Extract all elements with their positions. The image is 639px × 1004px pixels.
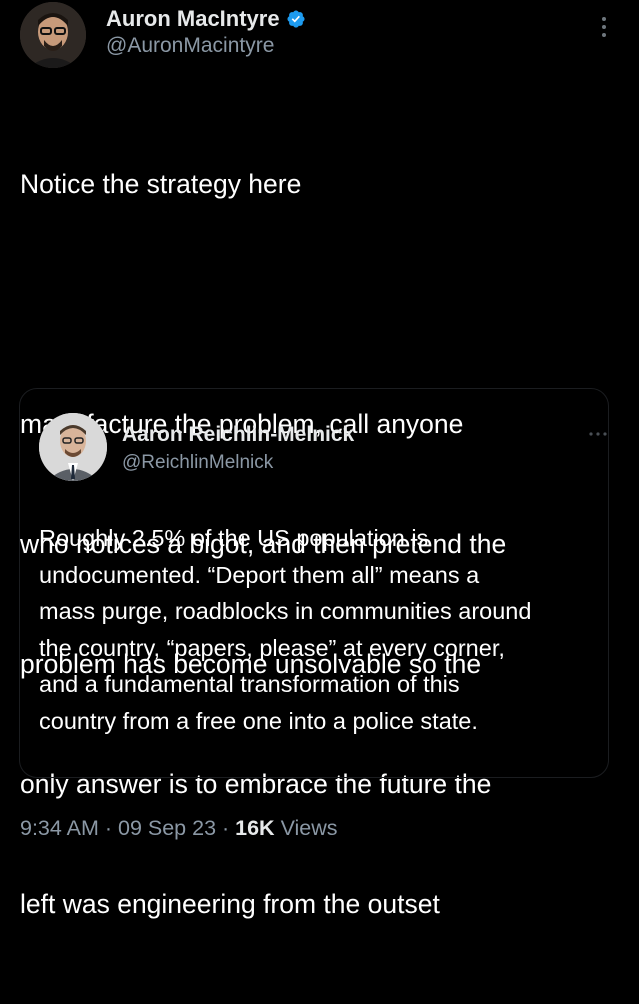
quoted-tweet-text: Roughly 2.5% of the US population is und… [39,520,599,740]
quoted-text-line: Roughly 2.5% of the US population is [39,525,429,551]
quoted-author-name[interactable]: Aaron Reichlin-Melnick [122,423,354,447]
quoted-text-line: the country, “papers, please” at every c… [39,634,505,661]
tweet-text-line: left was engineering from the outset [20,889,440,919]
tweet-text-paragraph-gap [20,284,620,324]
quoted-text-line: undocumented. “Deport them all” means a [39,561,480,588]
views-count[interactable]: 16K [235,816,274,840]
quoted-text-line: mass purge, roadblocks in communities ar… [39,598,532,625]
meta-separator: · [216,816,236,840]
views-label: Views [274,816,338,840]
more-horizontal-icon[interactable] [586,427,610,439]
more-vertical-icon[interactable] [592,12,616,42]
author-name[interactable]: Auron MacIntyre [106,6,280,32]
quoted-author-handle[interactable]: @ReichlinMelnick [122,452,273,474]
quoted-tweet-card[interactable]: Aaron Reichlin-Melnick @ReichlinMelnick … [19,388,609,778]
meta-separator: · [98,816,118,840]
quoted-author-avatar[interactable] [39,413,107,481]
author-avatar[interactable] [20,2,86,68]
quoted-text-line: country from a free one into a police st… [39,707,478,734]
quoted-text-line: and a fundamental transformation of this [39,671,460,698]
tweet-date[interactable]: 09 Sep 23 [118,816,216,840]
tweet-meta: 9:34 AM · 09 Sep 23 · 16K Views [20,813,338,843]
author-name-row: Auron MacIntyre [106,6,306,32]
tweet: Auron MacIntyre @AuronMacintyre Notice t… [0,0,639,919]
author-handle[interactable]: @AuronMacintyre [106,34,274,58]
tweet-text-line: Notice the strategy here [20,169,302,199]
tweet-time[interactable]: 9:34 AM [20,816,99,840]
verified-badge-icon [286,9,306,29]
